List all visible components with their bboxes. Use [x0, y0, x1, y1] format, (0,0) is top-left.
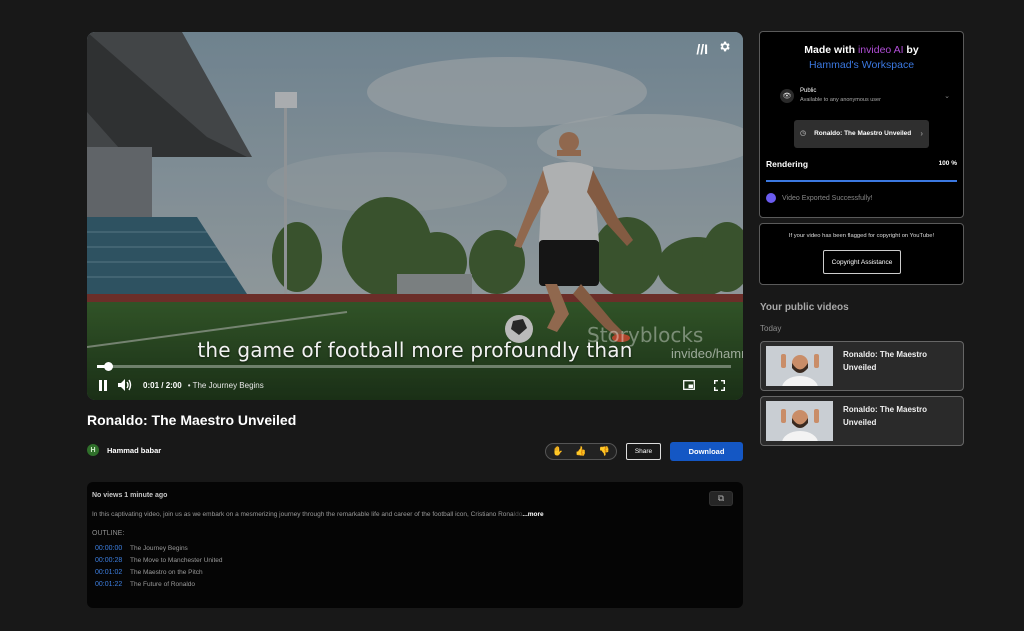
duration: 2:00 — [165, 380, 182, 390]
rendering-label: Rendering — [766, 159, 809, 169]
rendering-progress-bar — [766, 180, 957, 182]
video-title: Ronaldo: The Maestro Unveiled — [87, 412, 297, 428]
current-chapter: • The Journey Begins — [188, 381, 264, 390]
gear-icon[interactable] — [718, 40, 731, 58]
public-video-card[interactable]: Ronaldo: The Maestro Unveiled — [760, 396, 964, 446]
download-button[interactable]: Download — [670, 442, 743, 461]
video-player[interactable]: Storyblocks invideo/hammad the game of f… — [87, 32, 743, 400]
player-top-icons: //I — [696, 40, 731, 58]
video-thumbnail — [766, 346, 833, 386]
volume-icon[interactable] — [117, 377, 133, 393]
outline-list: 00:00:00 The Journey Begins 00:00:28 The M… — [92, 542, 738, 590]
rendering-progress-fill — [766, 180, 957, 182]
public-video-title: Ronaldo: The Maestro Unveiled — [843, 405, 928, 427]
export-status: Video Exported Successfully! — [766, 193, 873, 203]
chevron-right-icon: › — [920, 129, 923, 138]
clock-icon: ◷ — [800, 130, 807, 137]
player-right-controls — [681, 377, 733, 393]
avatar: H — [87, 444, 99, 456]
outline-timestamp[interactable]: 00:00:00 — [92, 545, 125, 552]
rendering-percent: 100 % — [938, 160, 957, 167]
outline-timestamp[interactable]: 00:01:02 — [92, 569, 125, 576]
clap-icon[interactable]: ✋ — [552, 446, 563, 457]
pause-icon[interactable] — [95, 377, 111, 393]
subtitle-caption: the game of football more profoundly tha… — [197, 338, 633, 362]
made-with-by: by — [903, 44, 919, 56]
visibility-text: Public Available to any anonymous user — [800, 87, 881, 105]
time-separator: / — [159, 380, 166, 390]
player-controls: 0:01 / 2:00 • The Journey Begins — [95, 375, 733, 395]
outline-item: 00:00:28 The Move to Manchester United — [92, 554, 738, 566]
share-button[interactable]: Share — [626, 443, 661, 460]
export-status-text: Video Exported Successfully! — [782, 194, 873, 202]
chevron-down-icon: ⌄ — [944, 93, 950, 100]
visibility-title: Public — [800, 88, 817, 94]
author-row[interactable]: H Hammad babar — [87, 444, 161, 456]
made-with-title: Made with invideo AI by Hammad's Workspa… — [760, 43, 963, 73]
picture-in-picture-icon[interactable] — [681, 377, 697, 393]
copyright-assistance-button[interactable]: Copyright Assistance — [823, 250, 901, 274]
thumbs-down-icon[interactable]: 👎 — [599, 446, 610, 457]
outline-timestamp[interactable]: 00:00:28 — [92, 557, 125, 564]
fullscreen-icon[interactable] — [711, 377, 727, 393]
public-video-card[interactable]: Ronaldo: The Maestro Unveiled — [760, 341, 964, 391]
workspace-link[interactable]: Hammad's Workspace — [809, 59, 914, 71]
outline-item: 00:01:22 The Future of Ronaldo — [92, 578, 738, 590]
video-progress-knob[interactable] — [103, 362, 113, 371]
video-thumbnail — [766, 401, 833, 441]
copy-icon[interactable]: ⧉ — [709, 491, 733, 506]
visibility-subtitle: Available to any anonymous user — [800, 97, 881, 103]
outline-item: 00:01:02 The Maestro on the Pitch — [92, 566, 738, 578]
public-video-title: Ronaldo: The Maestro Unveiled — [843, 350, 928, 372]
description-meta: No views 1 minute ago — [92, 492, 168, 499]
public-videos-heading: Your public videos — [760, 302, 849, 313]
chapter-title: The Journey Begins — [192, 380, 264, 390]
brand-link[interactable]: invideo AI — [858, 44, 904, 56]
visibility-selector[interactable]: 👁 Public Available to any anonymous user… — [780, 87, 950, 105]
outline-item: 00:00:00 The Journey Begins — [92, 542, 738, 554]
rendering-status: Rendering 100 % — [766, 159, 957, 169]
made-with-card: Made with invideo AI by Hammad's Workspa… — [759, 31, 964, 218]
more-link[interactable]: ...more — [522, 511, 543, 518]
thumbs-up-icon[interactable]: 👍 — [575, 446, 586, 457]
chapter-bullet: • — [187, 380, 191, 390]
outline-title: The Maestro on the Pitch — [130, 568, 203, 576]
rendered-file-item[interactable]: ◷ Ronaldo: The Maestro Unveiled › — [794, 120, 929, 148]
outline-title: The Journey Begins — [130, 544, 188, 552]
success-icon — [766, 193, 776, 203]
description-body: In this captivating video, join us as we… — [92, 511, 514, 518]
author-name: Hammad babar — [107, 445, 162, 455]
description-panel: No views 1 minute ago ⧉ In this captivat… — [87, 482, 743, 608]
brand-mark-icon[interactable]: //I — [696, 41, 708, 57]
rendered-file-name: Ronaldo: The Maestro Unveiled — [814, 130, 912, 137]
copyright-card: If your video has been flagged for copyr… — [759, 223, 964, 285]
public-videos-group-label: Today — [760, 324, 782, 333]
description-text: In this captivating video, join us as we… — [92, 509, 738, 520]
outline-title: The Move to Manchester United — [130, 556, 223, 564]
made-with-prefix: Made with — [804, 44, 858, 56]
outline-timestamp[interactable]: 00:01:22 — [92, 581, 125, 588]
time-display: 0:01 / 2:00 — [143, 381, 182, 390]
outline-label: OUTLINE: — [92, 530, 125, 537]
video-progress-bar[interactable] — [97, 362, 731, 371]
current-time: 0:01 — [143, 380, 160, 390]
reaction-group: ✋ 👍 👎 — [545, 443, 617, 460]
copyright-text: If your video has been flagged for copyr… — [788, 233, 935, 239]
eye-icon: 👁 — [780, 89, 794, 103]
public-videos-list: Ronaldo: The Maestro Unveiled Ronaldo: T… — [760, 341, 964, 451]
outline-title: The Future of Ronaldo — [130, 580, 196, 588]
